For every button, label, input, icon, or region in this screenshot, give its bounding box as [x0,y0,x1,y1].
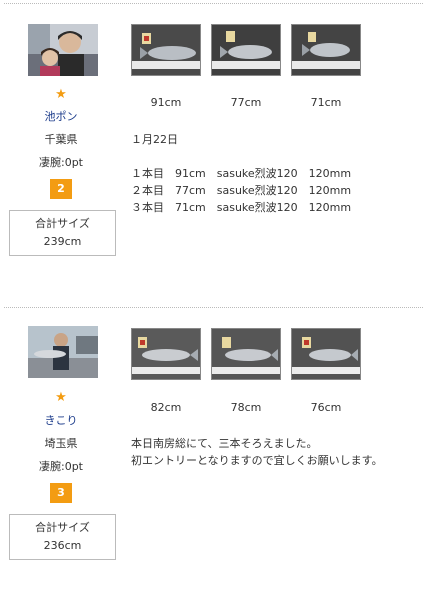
catch-photo-3[interactable] [291,328,361,380]
user-avatar[interactable] [28,326,98,378]
catch-photo-3[interactable] [291,24,361,76]
star-icon: ★ [55,390,67,405]
catch-photo-2[interactable] [211,24,281,76]
catch-photo-1[interactable] [131,328,201,380]
total-size-box: 合計サイズ 239cm [9,210,116,256]
photo-caption-1: 82cm [150,401,182,414]
star-icon: ★ [55,87,67,102]
skill-points: 凄腕:0pt [39,156,83,169]
photo-caption-2: 78cm [230,401,262,414]
photo-caption-1: 91cm [150,96,182,109]
entry-comment: 本日南房総にて、三本そろえました。 初エントリーとなりますので宜しくお願いします… [131,435,416,469]
total-size-box: 合計サイズ 236cm [9,514,116,560]
comment-line [131,148,416,165]
comment-line: １月22日 [131,133,178,146]
total-size-value: 239cm [43,235,82,248]
catch-photo-2[interactable] [211,328,281,380]
prefecture: 千葉県 [44,133,78,146]
skill-points: 凄腕:0pt [39,460,83,473]
catch-photo-1[interactable] [131,24,201,76]
user-name-link[interactable]: きこり [0,414,122,428]
divider-top [4,3,423,4]
total-size-value: 236cm [43,539,82,552]
comment-line: １本目 91cm sasuke烈波120 120mm [131,167,352,180]
total-size-label: 合計サイズ [35,521,90,534]
rank-badge: 3 [50,483,72,503]
comment-line: 初エントリーとなりますので宜しくお願いします。 [131,454,383,467]
entry-comment: １月22日 １本目 91cm sasuke烈波120 120mm ２本目 77c… [131,131,416,216]
photo-caption-3: 76cm [310,401,342,414]
rank-badge: 2 [50,179,72,199]
comment-line: 本日南房総にて、三本そろえました。 [131,437,318,450]
prefecture: 埼玉県 [44,437,78,450]
comment-line: ２本目 77cm sasuke烈波120 120mm [131,184,352,197]
photo-caption-3: 71cm [310,96,342,109]
user-name-link[interactable]: 池ポン [0,110,122,124]
total-size-label: 合計サイズ [35,217,90,230]
photo-caption-2: 77cm [230,96,262,109]
comment-line: ３本目 71cm sasuke烈波120 120mm [131,201,352,214]
divider-middle [4,307,423,308]
user-avatar[interactable] [28,24,98,76]
